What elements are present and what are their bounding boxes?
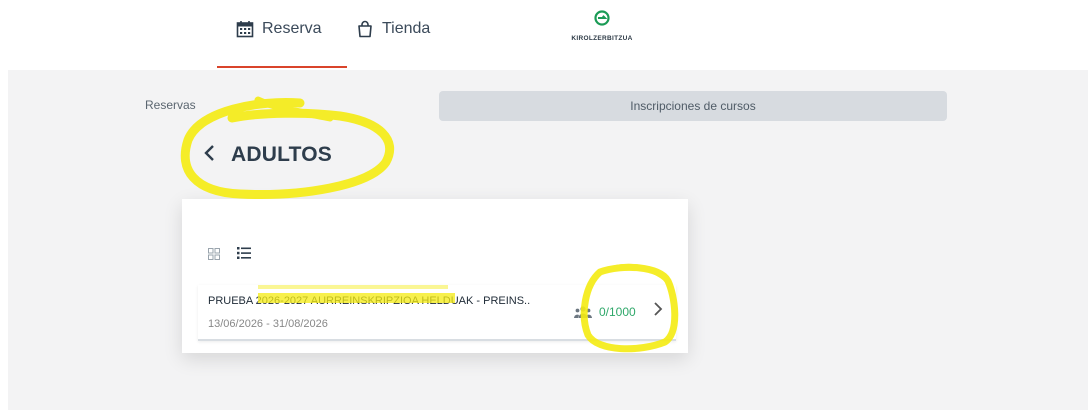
- enrollment-count: 0/1000: [599, 305, 636, 319]
- calendar-icon: [236, 21, 254, 38]
- course-list-item[interactable]: PRUEBA 2026-2027 AURREINSKRIPZIOA HELDUA…: [198, 285, 676, 341]
- shopping-bag-icon: [358, 20, 372, 38]
- logo-text: KIROLZERBITZUA: [571, 35, 633, 42]
- top-nav: Reserva Tienda KIROLZERBITZUA: [0, 0, 1088, 68]
- course-name: PRUEBA 2026-2027 AURREINSKRIPZIOA HELDUA…: [208, 295, 531, 307]
- page-header: ADULTOS: [203, 143, 332, 167]
- nav-reserva-label: Reserva: [262, 20, 322, 37]
- course-dates: 13/06/2026 - 31/08/2026: [208, 318, 328, 330]
- tab-inscripciones[interactable]: Inscripciones de cursos: [439, 91, 947, 121]
- list-view-icon[interactable]: [237, 246, 251, 260]
- people-icon: [574, 306, 592, 318]
- grid-view-icon[interactable]: [208, 247, 220, 260]
- chevron-right-icon: [653, 301, 663, 322]
- logo[interactable]: KIROLZERBITZUA: [562, 10, 642, 42]
- logo-icon: [594, 10, 610, 26]
- breadcrumb-reservas[interactable]: Reservas: [145, 98, 196, 112]
- active-tab-indicator: [217, 66, 347, 68]
- nav-tienda[interactable]: Tienda: [356, 20, 430, 38]
- nav-tienda-label: Tienda: [382, 20, 431, 37]
- nav-reserva[interactable]: Reserva: [236, 20, 322, 38]
- page-title: ADULTOS: [231, 143, 332, 166]
- chevron-left-icon[interactable]: [203, 143, 217, 167]
